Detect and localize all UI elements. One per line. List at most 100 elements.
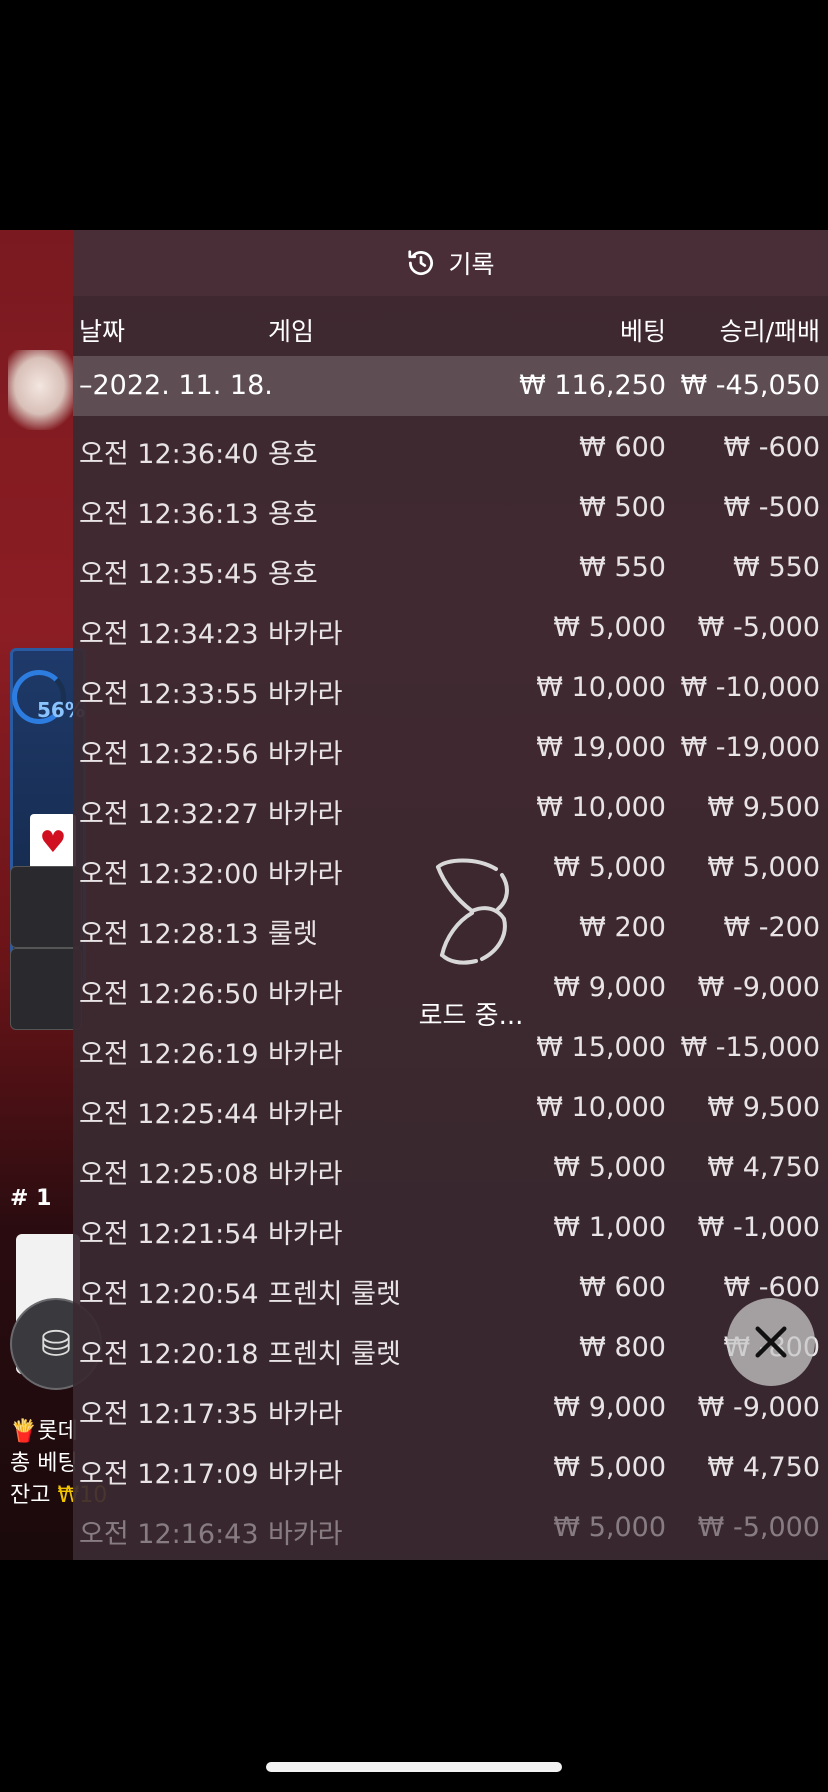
row-time: 오전 12:20:18 xyxy=(79,1339,259,1370)
background-button-2[interactable] xyxy=(10,948,82,1030)
row-result: ₩ -5,000 xyxy=(697,1512,820,1543)
row-time: 오전 12:32:27 xyxy=(79,799,259,830)
row-time: 오전 12:36:13 xyxy=(79,499,259,530)
row-time: 오전 12:32:56 xyxy=(79,739,259,770)
row-game: 바카라 xyxy=(268,679,343,710)
row-game: 바카라 xyxy=(268,1159,343,1190)
row-bet: ₩ 10,000 xyxy=(536,672,666,703)
column-headers: 날짜 게임 베팅 승리/패배 xyxy=(73,296,828,356)
row-game: 바카라 xyxy=(268,1399,343,1430)
row-bet: ₩ 200 xyxy=(579,912,666,943)
row-result: ₩ -200 xyxy=(723,912,820,943)
row-bet: ₩ 800 xyxy=(579,1332,666,1363)
row-time: 오전 12:21:54 xyxy=(79,1219,259,1250)
row-game: 바카라 xyxy=(268,1099,343,1130)
history-row[interactable]: 오전 12:25:08 바카라 ₩ 5,000 ₩ 4,750 xyxy=(73,1136,828,1196)
row-bet: ₩ 10,000 xyxy=(536,1092,666,1123)
history-row[interactable]: 오전 12:17:35 바카라 ₩ 9,000 ₩ -9,000 xyxy=(73,1376,828,1436)
row-time: 오전 12:26:19 xyxy=(79,1039,259,1070)
row-result: ₩ 5,000 xyxy=(707,852,820,883)
history-row[interactable]: 오전 12:34:23 바카라 ₩ 5,000 ₩ -5,000 xyxy=(73,596,828,656)
row-bet: ₩ 5,000 xyxy=(553,1512,666,1543)
history-row[interactable]: 오전 12:20:18프렌치 룰렛₩ 800₩ -800 xyxy=(73,1316,828,1376)
date-group-total-result: ₩ -45,050 xyxy=(680,370,821,401)
rank-label: # 1 xyxy=(10,1186,52,1211)
row-game: 바카라 xyxy=(268,1219,343,1250)
history-row[interactable]: 오전 12:16:43 바카라 ₩ 5,000 ₩ -5,000 xyxy=(73,1496,828,1556)
history-row[interactable]: 오전 12:21:54 바카라 ₩ 1,000 ₩ -1,000 xyxy=(73,1196,828,1256)
row-game: 바카라 xyxy=(268,799,343,830)
row-game: 용호 xyxy=(268,559,318,590)
row-bet: ₩ 5,000 xyxy=(553,1452,666,1483)
row-time: 오전 12:20:54 xyxy=(79,1279,259,1310)
row-time: 오전 12:36:40 xyxy=(79,439,259,470)
column-header-bet: 베팅 xyxy=(619,317,666,346)
row-game: 바카라 xyxy=(268,859,343,890)
history-row[interactable]: 오전 12:20:54 프렌치 룰렛 ₩ 600 ₩ -600 xyxy=(73,1256,828,1316)
background-table-name: 🍟롯데 xyxy=(10,1419,78,1444)
history-row[interactable]: 오전 12:33:55 바카라 ₩ 10,000 ₩ -10,000 xyxy=(73,656,828,716)
close-icon xyxy=(755,1326,787,1358)
row-result: ₩ -5,000 xyxy=(697,612,820,643)
history-row[interactable]: 오전 12:36:13 용호 ₩ 500 ₩ -500 xyxy=(73,476,828,536)
row-time: 오전 12:17:35 xyxy=(79,1399,259,1430)
row-game: 바카라 xyxy=(268,1459,343,1490)
row-time: 오전 12:34:23 xyxy=(79,619,259,650)
row-game: 프렌치 룰렛 xyxy=(268,1339,401,1370)
row-game: 룰렛 xyxy=(268,919,318,950)
row-result: ₩ 9,500 xyxy=(707,792,820,823)
history-title: 기록 xyxy=(448,250,495,279)
loading-text: 로드 중... xyxy=(418,1001,524,1031)
history-row[interactable]: 오전 12:17:09 바카라 ₩ 5,000 ₩ 4,750 xyxy=(73,1436,828,1496)
row-bet: ₩ 19,000 xyxy=(536,732,666,763)
date-group-row[interactable]: –2022. 11. 18. ₩ 116,250 ₩ -45,050 xyxy=(73,356,828,416)
close-button[interactable] xyxy=(727,1298,815,1386)
history-panel: 기록 날짜 게임 베팅 승리/패배 –2022. 11. 18. ₩ 116,2… xyxy=(73,230,828,1560)
row-time: 오전 12:35:45 xyxy=(79,559,259,590)
row-game: 바카라 xyxy=(268,619,343,650)
row-bet: ₩ 5,000 xyxy=(553,612,666,643)
history-icon xyxy=(408,250,434,275)
row-time: 오전 12:17:09 xyxy=(79,1459,259,1490)
row-game: 바카라 xyxy=(268,1039,343,1070)
row-bet: ₩ 500 xyxy=(579,492,666,523)
row-result: ₩ 550 xyxy=(733,552,820,583)
loading-spinner-icon xyxy=(436,858,509,965)
row-result: ₩ -15,000 xyxy=(680,1032,821,1063)
row-game: 용호 xyxy=(268,499,318,530)
column-header-result: 승리/패배 xyxy=(719,317,820,346)
row-game: 프렌치 룰렛 xyxy=(268,1279,401,1310)
row-bet: ₩ 9,000 xyxy=(553,1392,666,1423)
history-row[interactable]: 오전 12:25:44 바카라 ₩ 10,000 ₩ 9,500 xyxy=(73,1076,828,1136)
home-indicator[interactable] xyxy=(266,1762,562,1772)
row-time: 오전 12:33:55 xyxy=(79,679,259,710)
row-result: ₩ -9,000 xyxy=(697,1392,820,1423)
row-game: 바카라 xyxy=(268,739,343,770)
history-row[interactable]: 오전 12:32:27 바카라 ₩ 10,000 ₩ 9,500 xyxy=(73,776,828,836)
row-time: 오전 12:32:00 xyxy=(79,859,259,890)
row-result: ₩ -500 xyxy=(723,492,820,523)
row-time: 오전 12:25:08 xyxy=(79,1159,259,1190)
row-bet: ₩ 9,000 xyxy=(553,972,666,1003)
row-result: ₩ 4,750 xyxy=(707,1152,820,1183)
row-bet: ₩ 1,000 xyxy=(553,1212,666,1243)
history-row[interactable]: 오전 12:35:45 용호 ₩ 550 ₩ 550 xyxy=(73,536,828,596)
history-row[interactable]: 오전 12:32:56 바카라 ₩ 19,000 ₩ -19,000 xyxy=(73,716,828,776)
row-time: 오전 12:16:43 xyxy=(79,1519,259,1550)
screen: 56% ♥ # 1 ⛁ 🍟롯데 총 베팅 잔고 ₩10 기록 날짜 게임 베팅 … xyxy=(0,0,828,1792)
balance-label: 잔고 xyxy=(10,1483,58,1508)
column-header-game: 게임 xyxy=(268,317,315,346)
row-result: ₩ -19,000 xyxy=(680,732,821,763)
dealer-hand xyxy=(8,350,78,430)
column-header-date: 날짜 xyxy=(79,317,126,346)
date-group-date: –2022. 11. 18. xyxy=(79,370,273,401)
row-bet: ₩ 600 xyxy=(579,1272,666,1303)
row-result: ₩ -9,000 xyxy=(697,972,820,1003)
history-row[interactable]: 오전 12:36:40 용호 ₩ 600 ₩ -600 xyxy=(73,416,828,476)
row-bet: ₩ 15,000 xyxy=(536,1032,666,1063)
row-time: 오전 12:25:44 xyxy=(79,1099,259,1130)
row-bet: ₩ 600 xyxy=(579,432,666,463)
background-button-1[interactable] xyxy=(10,866,82,948)
row-game: 용호 xyxy=(268,439,318,470)
row-result: ₩ 9,500 xyxy=(707,1092,820,1123)
